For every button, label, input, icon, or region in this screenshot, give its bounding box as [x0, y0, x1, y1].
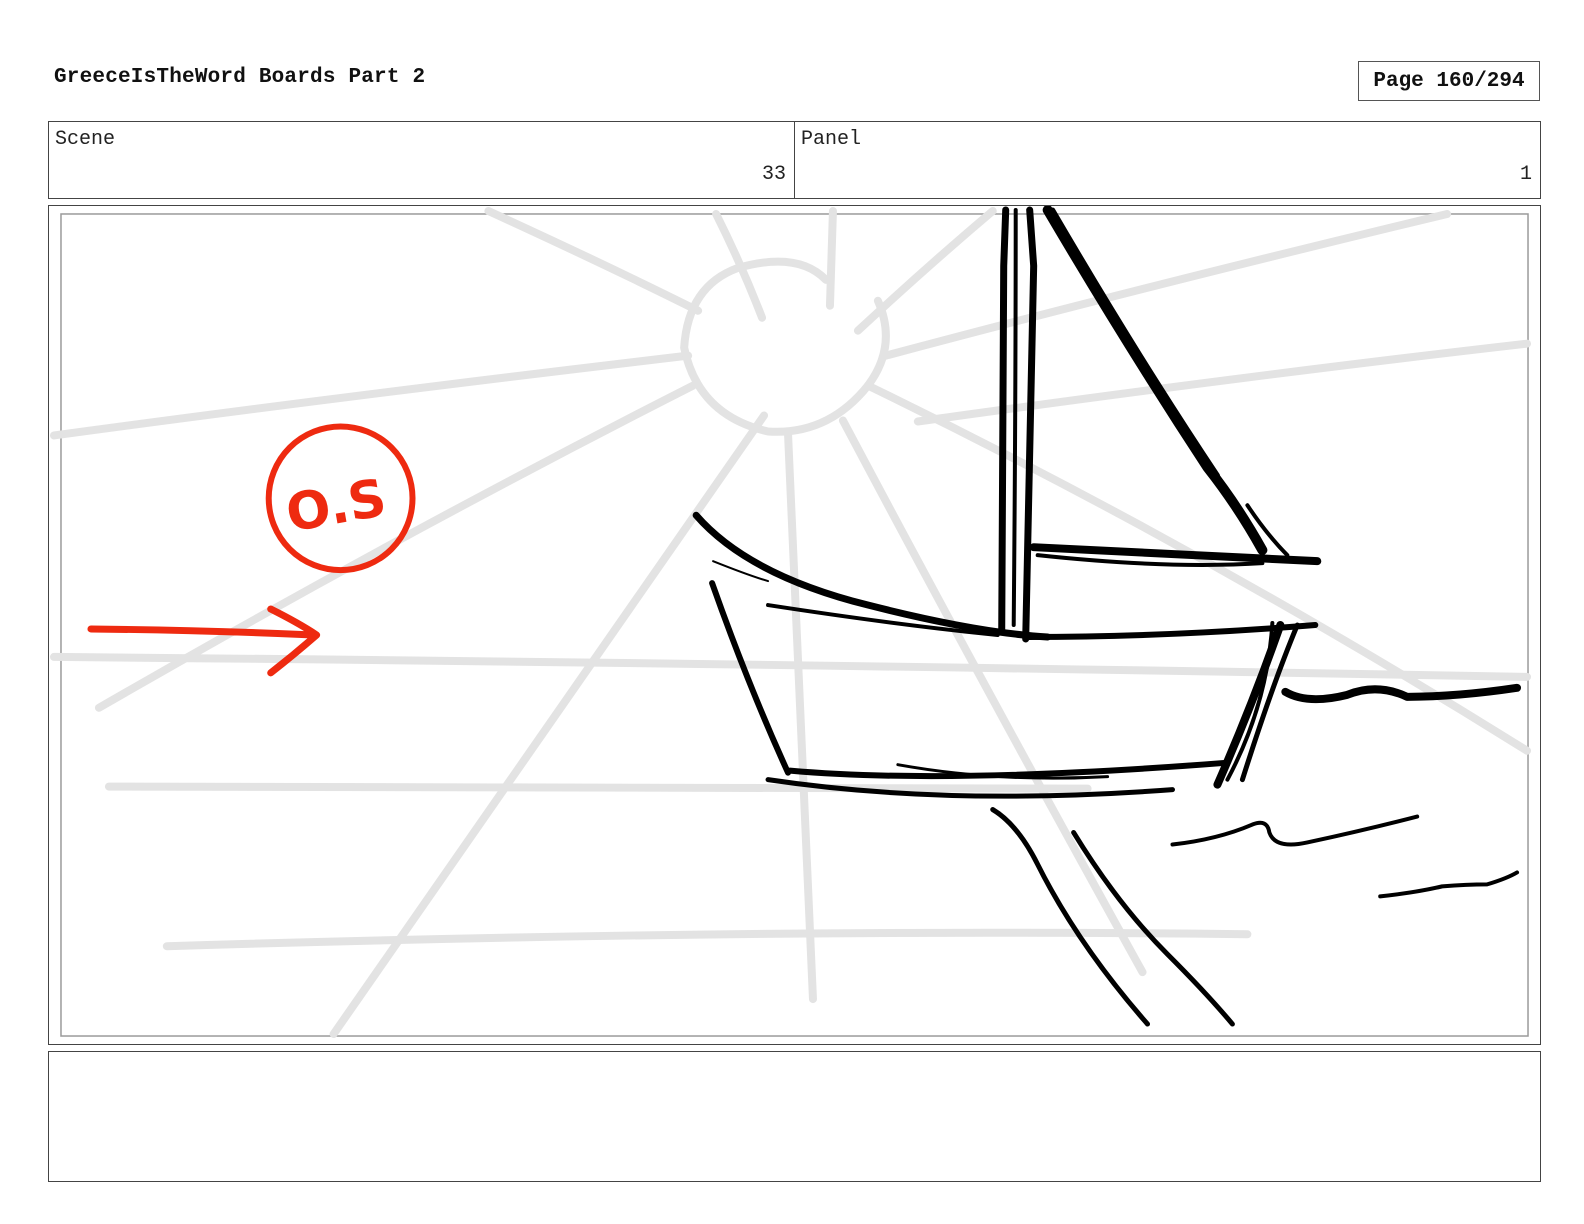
panel-cell: Panel 1 [794, 122, 1540, 198]
panel-value: 1 [1519, 163, 1532, 186]
guide-lines [49, 206, 1532, 1039]
scene-value: 33 [761, 163, 786, 186]
panel-label: Panel [801, 128, 862, 151]
scene-label: Scene [55, 128, 116, 151]
storyboard-panel: O.S [48, 205, 1541, 1045]
page-indicator: Page 160/294 [1358, 61, 1540, 101]
info-row: Scene 33 Panel 1 [48, 121, 1541, 199]
doc-title: GreeceIsTheWord Boards Part 2 [54, 66, 426, 89]
notes-box [48, 1051, 1541, 1182]
offscreen-arrow [87, 605, 321, 677]
scene-cell: Scene 33 [49, 122, 794, 198]
storyboard-sketch: O.S [49, 206, 1532, 1039]
offscreen-label: O.S [282, 468, 391, 544]
offscreen-annotation [87, 423, 416, 677]
